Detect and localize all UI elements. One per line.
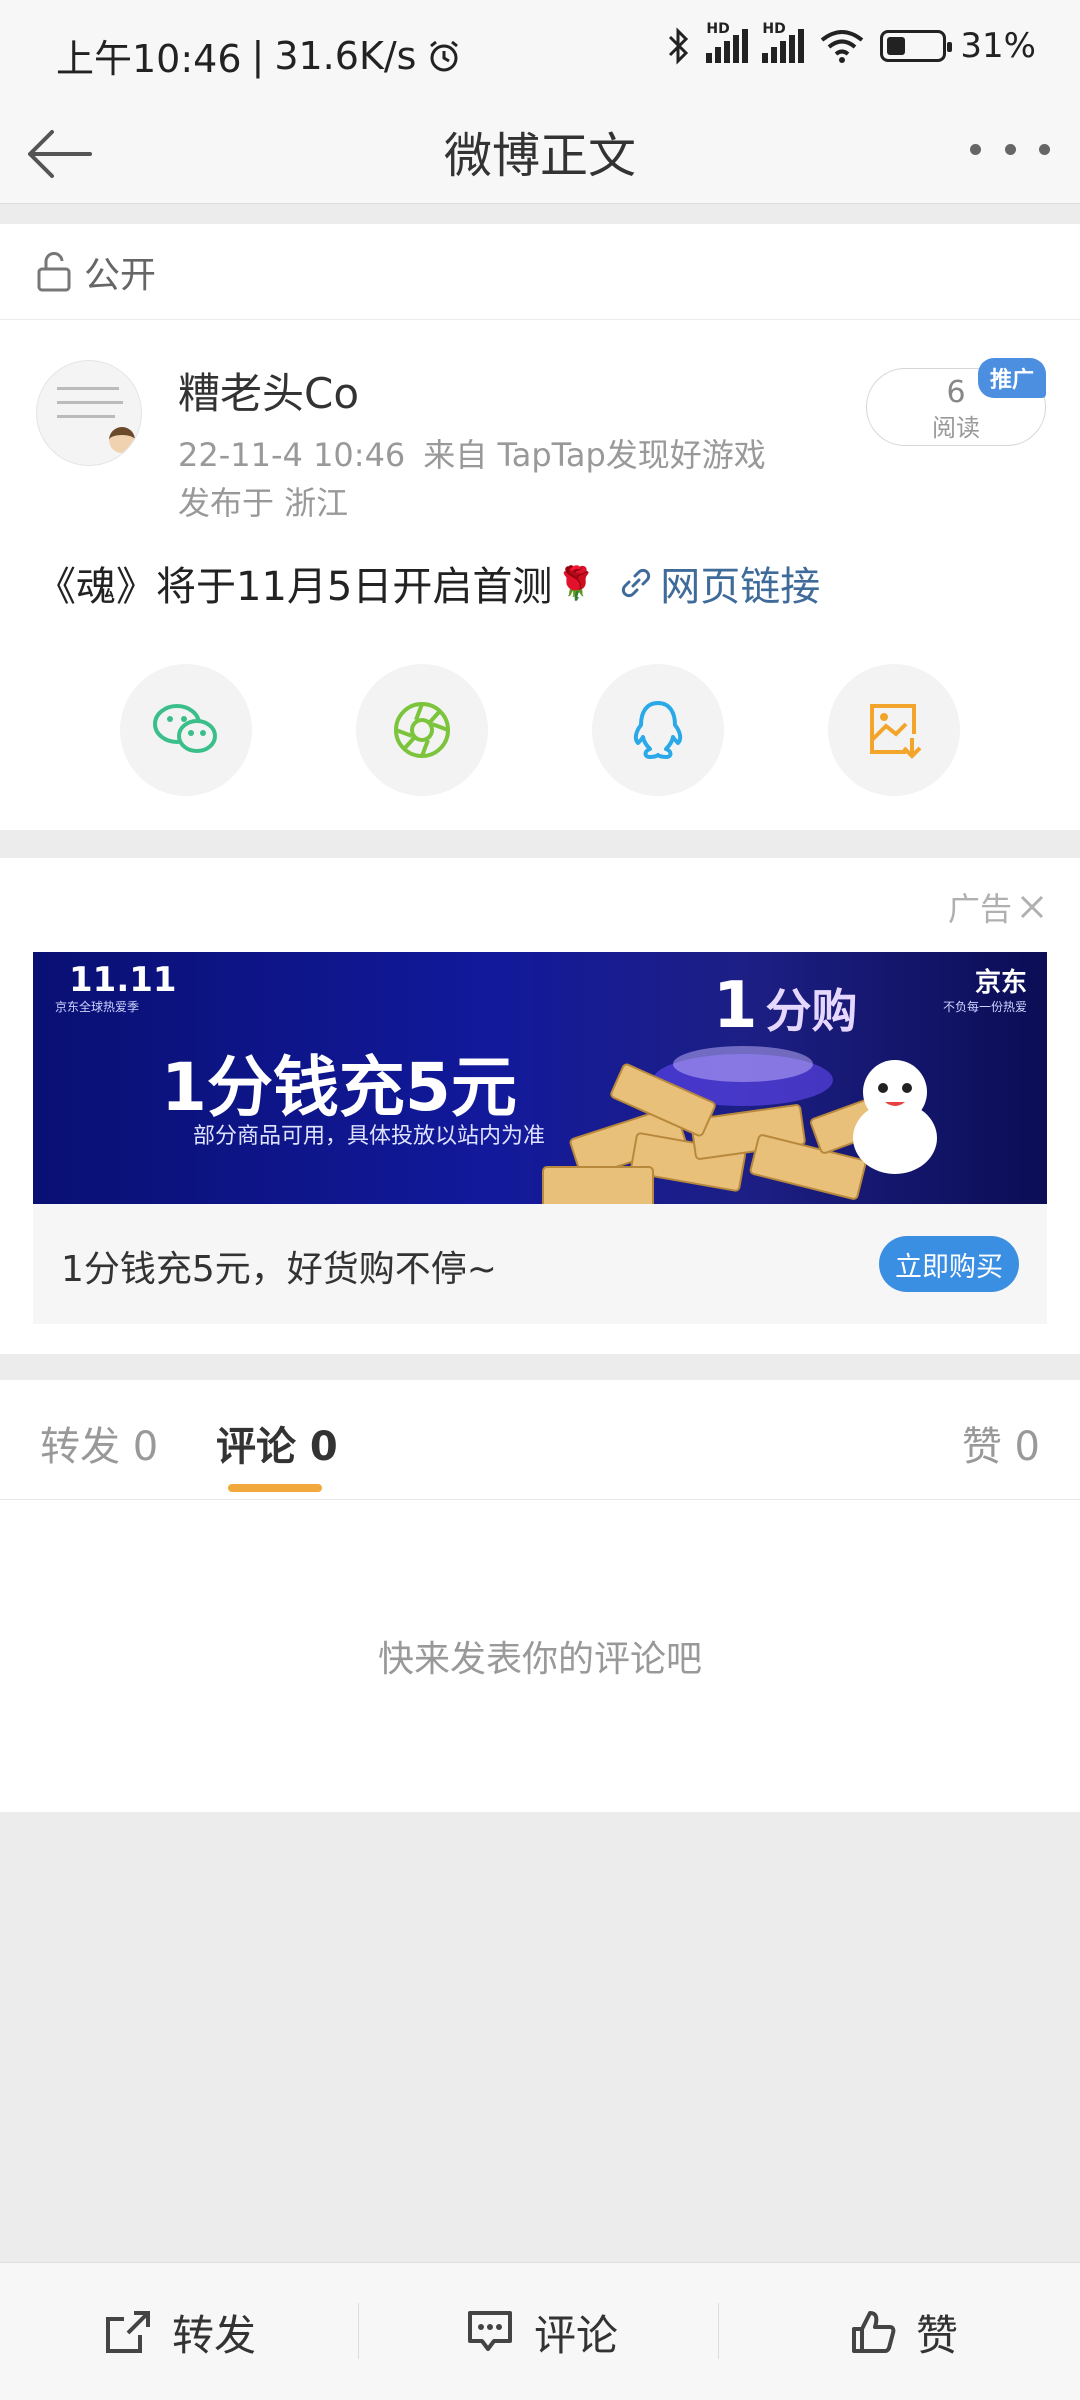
ad-promo-2: 分购 xyxy=(765,984,858,1038)
battery-percent: 31% xyxy=(960,26,1036,66)
moments-icon xyxy=(394,702,450,758)
unlock-icon xyxy=(37,251,71,291)
post-source[interactable]: 来自 TapTap发现好游戏 xyxy=(423,436,766,474)
promo-badge: 推广 xyxy=(977,358,1046,398)
ad-label: 广告 xyxy=(947,890,1012,928)
avatar[interactable] xyxy=(36,360,142,466)
save-image-icon xyxy=(870,704,922,759)
ad-banner-image[interactable]: 11.11 京东全球热爱季 1分钱充5元 部分商品可用，具体投放以站内为准 1分… xyxy=(33,952,1047,1204)
link-icon xyxy=(622,568,651,598)
tab-comment[interactable]: 评论 0 xyxy=(216,1414,338,1472)
share-row xyxy=(0,664,1080,798)
buy-now-button[interactable]: 立即购买 xyxy=(879,1236,1019,1292)
active-tab-indicator xyxy=(228,1484,322,1492)
bluetooth-icon xyxy=(669,27,689,65)
post-location: 发布于 浙江 xyxy=(178,484,349,522)
comment-button[interactable]: 评论 xyxy=(466,2263,618,2400)
close-icon[interactable] xyxy=(1018,893,1046,921)
like-button[interactable]: 赞 xyxy=(850,2263,958,2400)
more-dot-icon xyxy=(1039,143,1050,155)
post-text: 《魂》将于11月5日开启首测 xyxy=(36,564,553,610)
status-divider: | xyxy=(251,33,265,78)
tab-repost[interactable]: 转发 0 xyxy=(40,1414,158,1472)
share-wechat-button[interactable] xyxy=(120,664,252,796)
post-card: 公开 糟老头Co 22-11-4 10:46 来自 TapTap发现好游戏 发布于… xyxy=(0,224,1080,830)
comments-section: 快来发表你的评论吧 xyxy=(0,1500,1080,1812)
status-right: HD HD 31% xyxy=(666,21,1036,66)
like-label: 赞 xyxy=(916,2310,959,2360)
toolbar-divider xyxy=(718,2303,719,2359)
tab-like[interactable]: 赞 0 xyxy=(962,1414,1040,1472)
status-bar: 上午10:46 | 31.6K/s HD HD 31% xyxy=(0,0,1080,100)
comment-icon xyxy=(468,2311,512,2351)
repost-button[interactable]: 转发 xyxy=(104,2263,256,2400)
page-title: 微博正文 xyxy=(443,128,636,184)
post-date: 22-11-4 10:46 xyxy=(178,436,406,474)
interaction-tabs: 转发 0 评论 0 赞 0 xyxy=(0,1380,1080,1500)
thumbs-up-icon xyxy=(852,2311,896,2353)
toolbar-divider xyxy=(358,2303,359,2359)
wechat-icon xyxy=(153,704,217,753)
alarm-icon xyxy=(430,40,459,71)
more-dot-icon xyxy=(1004,143,1016,155)
ad-promo-1: 1 xyxy=(713,969,758,1043)
signal-1-icon: HD xyxy=(706,21,749,63)
ad-promo-mark: 1 分购 xyxy=(713,974,858,1038)
share-qq-button[interactable] xyxy=(592,664,724,796)
repost-label: 转发 xyxy=(172,2310,257,2360)
username[interactable]: 糟老头Co xyxy=(178,360,359,421)
comment-label: 评论 xyxy=(534,2310,619,2360)
share-moments-button[interactable] xyxy=(356,664,488,796)
more-dot-icon xyxy=(970,143,981,155)
visibility-row: 公开 xyxy=(0,224,1080,320)
visibility-label: 公开 xyxy=(84,254,157,296)
ad-brand-logo: 京东 xyxy=(974,968,1027,998)
read-label: 阅读 xyxy=(932,414,980,442)
rose-emoji: 🌹 xyxy=(556,564,597,602)
ad-caption: 1分钱充5元，好货购不停~ xyxy=(61,1249,497,1290)
web-link[interactable]: 网页链接 xyxy=(620,554,820,612)
post-body: 《魂》将于11月5日开启首测 🌹 网页链接 xyxy=(36,554,820,612)
more-button[interactable] xyxy=(970,124,1050,174)
ad-card: 广告 11.11 京东全球热爱季 1分钱充5元 部分商品可用，具体投放以站内为准 xyxy=(0,858,1080,1354)
post-meta: 22-11-4 10:46 来自 TapTap发现好游戏 xyxy=(178,430,766,476)
sim2-label: HD xyxy=(762,21,786,37)
wifi-icon xyxy=(821,30,864,63)
status-left: 上午10:46 | 31.6K/s xyxy=(56,28,462,83)
repost-icon xyxy=(106,2311,150,2353)
bottom-toolbar: 转发 评论 赞 xyxy=(0,2262,1080,2400)
nav-bar: 微博正文 xyxy=(0,100,1080,204)
ad-caption-bar[interactable]: 1分钱充5元，好货购不停~ 立即购买 xyxy=(33,1204,1047,1324)
signal-2-icon: HD xyxy=(762,21,805,63)
empty-comments-text: 快来发表你的评论吧 xyxy=(377,1639,702,1680)
qq-icon xyxy=(633,701,683,759)
ad-label-row[interactable]: 广告 xyxy=(948,884,1046,930)
battery-icon xyxy=(880,30,953,62)
coupon-pile-illustration xyxy=(542,1046,937,1204)
save-image-button[interactable] xyxy=(828,664,960,796)
web-link-label: 网页链接 xyxy=(660,564,821,610)
ad-brand-slogan: 不负每一份热爱 xyxy=(942,1000,1027,1014)
avatar-face xyxy=(109,427,135,453)
status-time: 上午10:46 xyxy=(56,37,242,81)
status-speed: 31.6K/s xyxy=(274,33,417,78)
sim1-label: HD xyxy=(706,21,730,37)
